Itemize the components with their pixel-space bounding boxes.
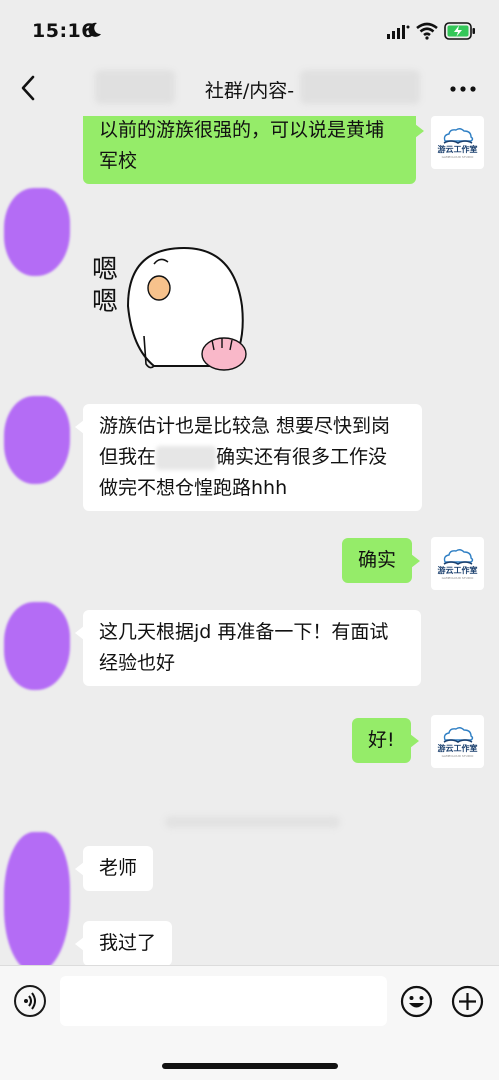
contact-avatar-blurred[interactable] bbox=[4, 602, 70, 690]
message-bubble-sent[interactable]: 确实 bbox=[342, 538, 421, 583]
my-avatar[interactable]: 游云工作室 GAMECLOUD STUDIO bbox=[431, 537, 484, 590]
message-text: 我过了 bbox=[99, 932, 157, 954]
logo-subtext: GAMECLOUD STUDIO bbox=[441, 154, 474, 159]
message-bubble-received[interactable]: 老师 bbox=[74, 846, 154, 891]
redacted-text bbox=[156, 445, 217, 470]
message-bubble-received[interactable]: 这几天根据jd 再准备一下！有面试经验也好 bbox=[75, 610, 421, 686]
contact-avatar-blurred[interactable] bbox=[4, 188, 70, 276]
chat-title[interactable]: 社群/内容- bbox=[0, 76, 499, 103]
more-dots-icon[interactable] bbox=[450, 86, 476, 92]
svg-text:嗯: 嗯 bbox=[92, 255, 118, 285]
message-text: 好! bbox=[368, 729, 395, 751]
home-indicator bbox=[162, 1063, 338, 1069]
emoji-icon[interactable] bbox=[400, 985, 433, 1018]
add-more-icon[interactable] bbox=[451, 985, 484, 1018]
cloud-logo-icon bbox=[443, 127, 473, 144]
status-bar: 15:16 bbox=[0, 0, 499, 60]
message-text: 以前的游族很强的，可以说是黄埔军校 bbox=[99, 119, 385, 172]
logo-subtext: GAMECLOUD STUDIO bbox=[441, 753, 474, 758]
timestamp-divider-redacted bbox=[165, 816, 340, 828]
message-text: 这几天根据jd 再准备一下！有面试经验也好 bbox=[99, 621, 389, 674]
voice-icon bbox=[24, 992, 36, 1010]
message-bubble-received[interactable]: 我过了 bbox=[74, 921, 173, 965]
logo-text: 游云工作室 bbox=[437, 565, 478, 575]
wifi-icon bbox=[416, 22, 438, 40]
my-avatar[interactable]: 游云工作室 GAMECLOUD STUDIO bbox=[431, 116, 484, 169]
my-avatar[interactable]: 游云工作室 GAMECLOUD STUDIO bbox=[431, 715, 484, 768]
cloud-logo-icon bbox=[443, 548, 473, 565]
cloud-logo-icon bbox=[443, 726, 473, 743]
status-time: 15:16 bbox=[32, 20, 95, 42]
redacted-title-part bbox=[300, 70, 420, 104]
contact-avatar-blurred[interactable] bbox=[4, 832, 70, 965]
message-list[interactable]: 以前的游族很强的，可以说是黄埔军校 游云工作室 GAMECLOUD STUDIO… bbox=[0, 116, 499, 965]
logo-subtext: GAMECLOUD STUDIO bbox=[441, 575, 474, 580]
message-bubble-sent[interactable]: 以前的游族很强的，可以说是黄埔军校 bbox=[83, 116, 424, 184]
logo-text: 游云工作室 bbox=[437, 144, 478, 154]
sticker-image[interactable]: 嗯 嗯 bbox=[84, 236, 254, 386]
message-text: 老师 bbox=[99, 857, 138, 879]
message-bubble-received[interactable]: 游族估计也是比较急 想要尽快到岗 但我在 确实还有很多工作没做完不想仓惶跑路hhh bbox=[75, 404, 422, 511]
voice-input-button[interactable] bbox=[14, 985, 46, 1017]
moon-icon bbox=[88, 22, 101, 37]
contact-avatar-blurred[interactable] bbox=[4, 396, 70, 484]
signal-icon bbox=[387, 25, 410, 39]
message-input[interactable] bbox=[60, 976, 387, 1026]
logo-text: 游云工作室 bbox=[437, 743, 478, 753]
message-text: 确实 bbox=[358, 549, 397, 571]
message-bubble-sent[interactable]: 好! bbox=[352, 718, 419, 763]
input-bar bbox=[0, 965, 499, 1080]
battery-charging-icon bbox=[444, 22, 475, 40]
svg-text:嗯: 嗯 bbox=[92, 287, 118, 317]
chat-header: 社群/内容- bbox=[0, 60, 499, 116]
